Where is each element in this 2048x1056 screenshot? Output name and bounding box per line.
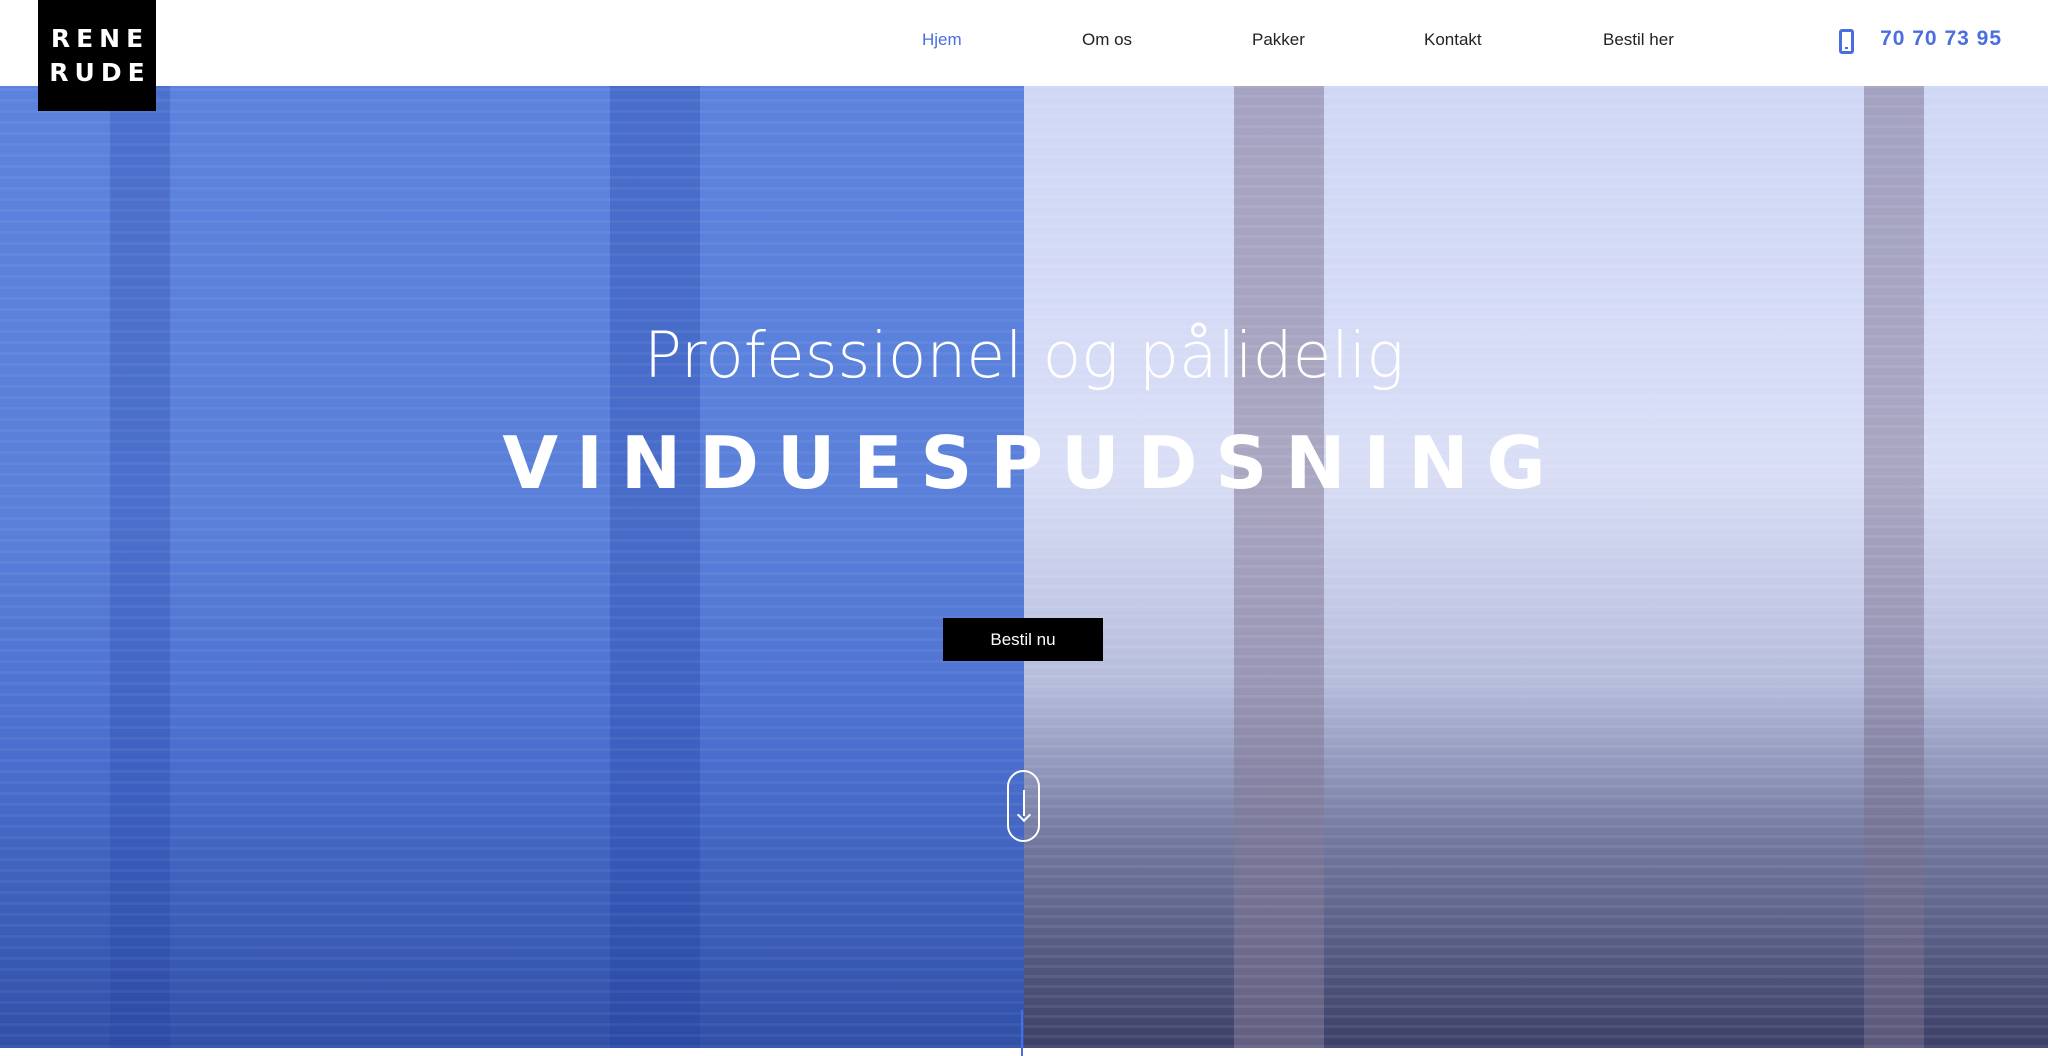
site-header: RENE RUDE Hjem Om os Pakker Kontakt Best… — [0, 0, 2048, 111]
phone-number[interactable]: 70 70 73 95 — [1880, 27, 2002, 51]
order-now-button[interactable]: Bestil nu — [943, 618, 1103, 661]
hero-section: Professionel og pålidelig VINDUESPUDSNIN… — [0, 86, 2048, 1048]
mobile-phone-icon — [1839, 29, 1855, 54]
bottom-strip — [0, 1048, 2048, 1056]
logo-line-2: RUDE — [49, 57, 151, 87]
nav-item-hjem[interactable]: Hjem — [922, 30, 962, 50]
site-logo[interactable]: RENE RUDE — [38, 0, 156, 111]
nav-item-kontakt[interactable]: Kontakt — [1424, 30, 1482, 50]
logo-line-1: RENE — [50, 23, 150, 53]
nav-item-om-os[interactable]: Om os — [1082, 30, 1132, 50]
nav-item-pakker[interactable]: Pakker — [1252, 30, 1305, 50]
nav-item-bestil-her[interactable]: Bestil her — [1603, 30, 1674, 50]
chevron-down-icon — [1016, 807, 1032, 823]
hero-background-left — [0, 86, 1024, 1048]
phone-contact[interactable]: 70 70 73 95 — [1839, 26, 2002, 54]
hero-subtitle: Professionel og pålidelig — [643, 319, 1405, 392]
hero-background-right — [1024, 86, 2048, 1048]
section-divider-line — [1021, 1010, 1023, 1056]
scroll-down-icon[interactable] — [1007, 770, 1040, 842]
hero-title: VINDUESPUDSNING — [502, 421, 1564, 505]
